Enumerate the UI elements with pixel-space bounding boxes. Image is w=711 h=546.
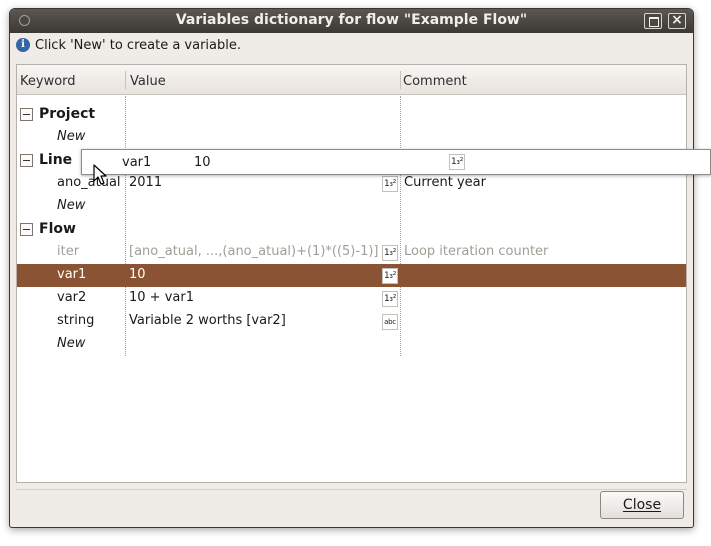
collapse-project-icon[interactable] — [20, 108, 33, 121]
new-variable-label[interactable]: New — [57, 198, 85, 213]
number-type-icon: 1₃² — [449, 154, 465, 170]
table-row[interactable]: var2 10 + var1 1₃² — [17, 287, 686, 310]
group-row-flow[interactable]: Flow — [17, 218, 686, 241]
new-row-line[interactable]: New — [17, 195, 686, 218]
group-name: Flow — [39, 221, 76, 237]
maximize-button[interactable] — [644, 13, 662, 29]
info-icon: i — [16, 38, 30, 52]
number-type-icon[interactable]: 1₃² — [382, 176, 398, 192]
collapse-flow-icon[interactable] — [20, 223, 33, 236]
number-type-icon[interactable]: 1₃² — [382, 291, 398, 307]
info-bar: i Click 'New' to create a variable. — [16, 36, 241, 54]
variables-dictionary-window: Variables dictionary for flow "Example F… — [9, 8, 694, 528]
comment-cell[interactable]: Loop iteration counter — [404, 244, 548, 259]
value-cell[interactable]: 10 — [129, 267, 146, 282]
number-type-icon[interactable]: 1₃² — [382, 245, 398, 261]
keyword-cell[interactable]: ano_atual — [57, 175, 121, 190]
comment-cell[interactable]: Current year — [404, 175, 486, 190]
column-separator[interactable] — [125, 71, 126, 89]
drag-preview-row: var1 10 1₃² — [81, 149, 711, 175]
new-row-project[interactable]: New — [17, 126, 686, 149]
drag-keyword: var1 — [122, 155, 152, 170]
column-header-comment[interactable]: Comment — [403, 74, 467, 89]
keyword-cell[interactable]: var2 — [57, 290, 86, 305]
value-cell[interactable]: [ano_atual, ...,(ano_atual)+(1)*((5)-1)] — [129, 244, 379, 259]
mouse-pointer-icon — [93, 164, 107, 185]
window-title: Variables dictionary for flow "Example F… — [175, 12, 528, 28]
column-separator[interactable] — [400, 71, 401, 89]
table-row-selected[interactable]: var1 10 1₃² — [17, 264, 686, 287]
table-header: Keyword Value Comment — [17, 65, 686, 95]
group-name: Project — [39, 106, 96, 122]
group-row-project[interactable]: Project — [17, 103, 686, 126]
text-type-icon[interactable]: abc — [382, 314, 398, 330]
new-row-flow[interactable]: New — [17, 333, 686, 356]
keyword-cell[interactable]: var1 — [57, 267, 86, 282]
close-window-button[interactable]: × — [668, 13, 686, 29]
new-variable-label[interactable]: New — [57, 336, 85, 351]
table-row[interactable]: string Variable 2 worths [var2] abc — [17, 310, 686, 333]
info-text: Click 'New' to create a variable. — [35, 37, 242, 53]
close-button-label: Close — [622, 497, 662, 513]
table-row[interactable]: iter [ano_atual, ...,(ano_atual)+(1)*((5… — [17, 241, 686, 264]
value-cell[interactable]: Variable 2 worths [var2] — [129, 313, 286, 328]
drag-value: 10 — [194, 155, 211, 170]
keyword-cell[interactable]: string — [57, 313, 94, 328]
title-bar[interactable]: Variables dictionary for flow "Example F… — [10, 9, 693, 33]
column-header-value[interactable]: Value — [130, 74, 166, 89]
column-header-keyword[interactable]: Keyword — [20, 74, 76, 89]
table-row[interactable]: ano_atual 2011 1₃² Current year — [17, 172, 686, 195]
close-button[interactable]: Close — [600, 491, 684, 519]
value-cell[interactable]: 2011 — [129, 175, 162, 190]
variables-table: Keyword Value Comment Project New Line a… — [16, 64, 687, 483]
new-variable-label[interactable]: New — [57, 129, 85, 144]
number-type-icon[interactable]: 1₃² — [382, 268, 398, 284]
group-name: Line — [39, 152, 73, 168]
footer-divider — [16, 489, 687, 490]
value-cell[interactable]: 10 + var1 — [129, 290, 194, 305]
keyword-cell[interactable]: iter — [57, 244, 79, 259]
collapse-line-icon[interactable] — [20, 154, 33, 167]
